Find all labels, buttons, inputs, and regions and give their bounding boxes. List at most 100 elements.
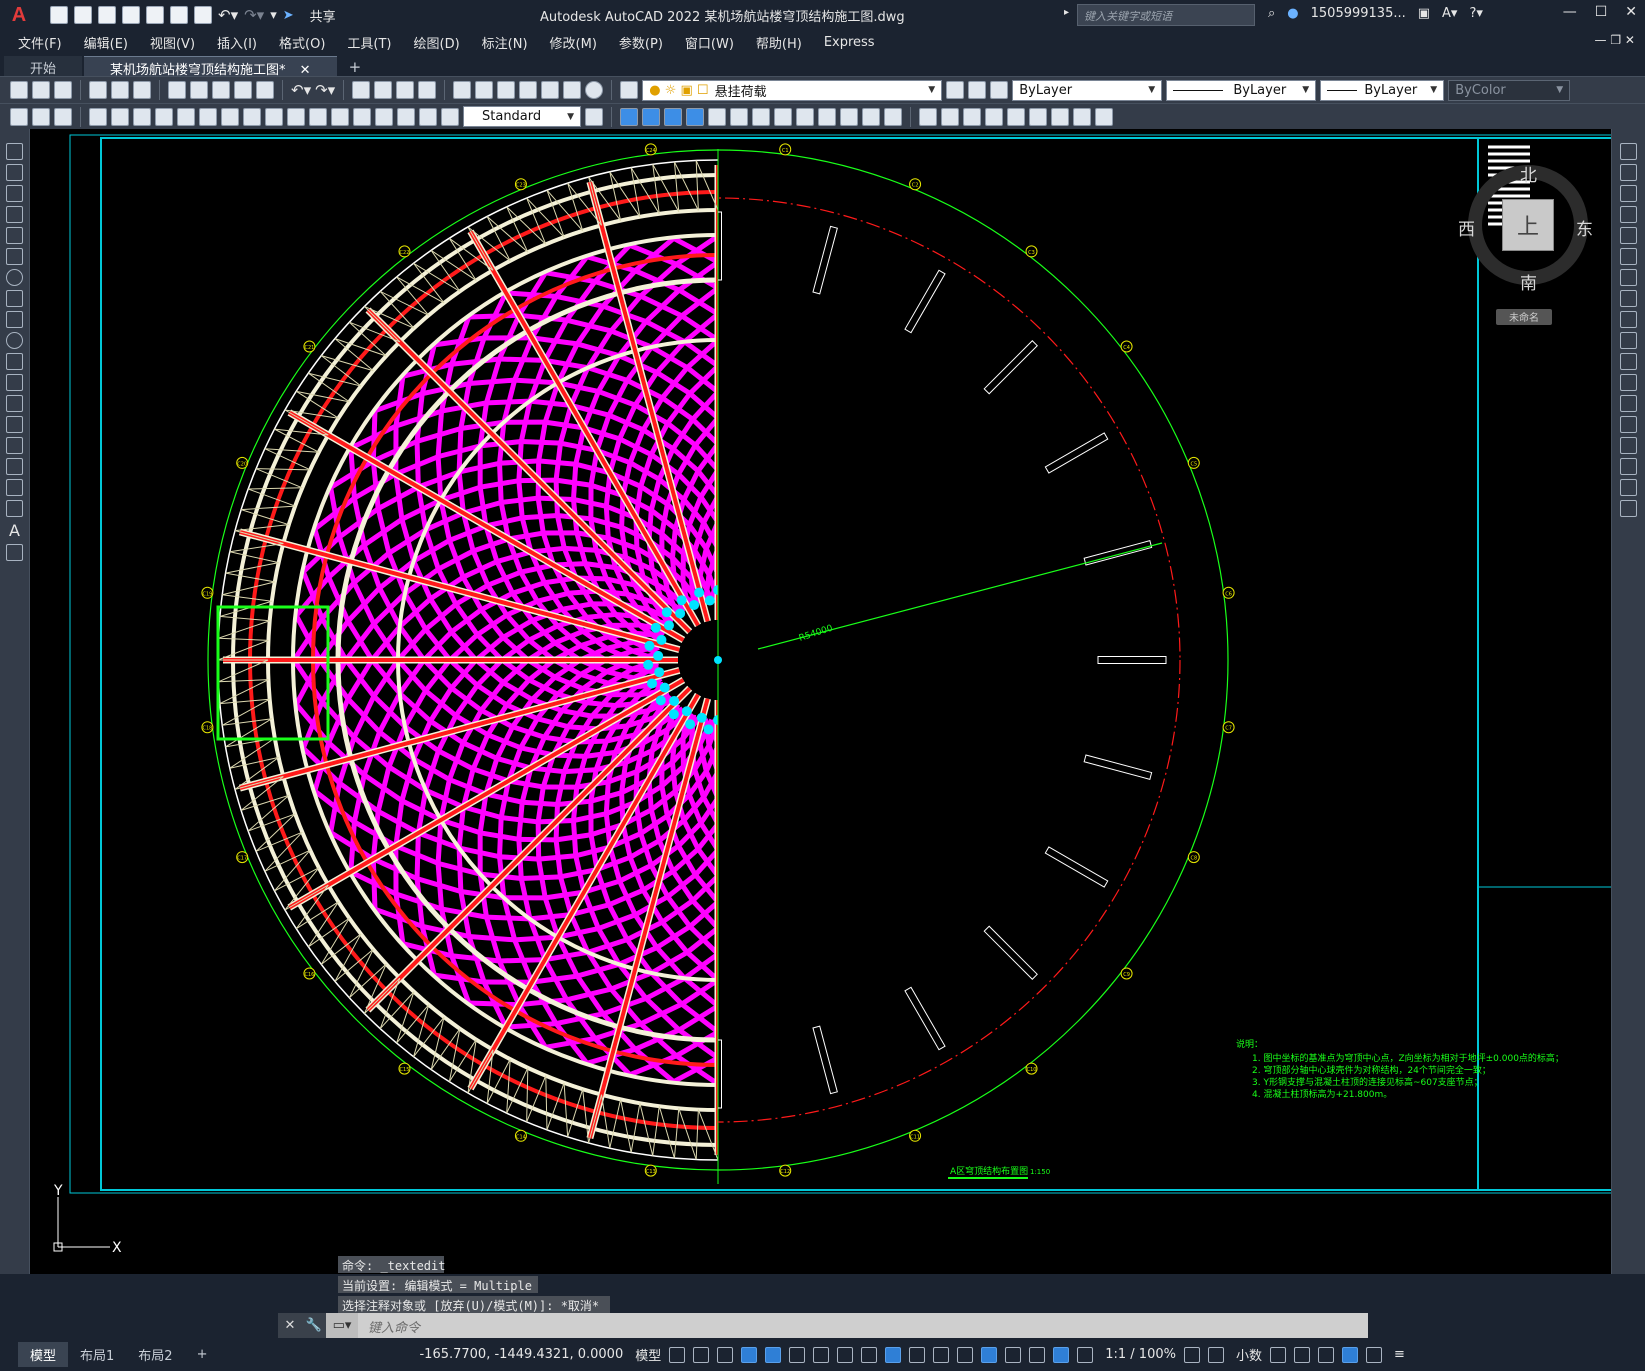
polygon-icon[interactable] (6, 206, 23, 223)
polyline-icon[interactable] (6, 185, 23, 202)
imprint-icon[interactable] (862, 107, 880, 126)
dynamic-ucs-icon[interactable] (981, 1346, 998, 1363)
customize-qat-icon[interactable]: ▾ (270, 8, 277, 23)
autocad-logo-icon[interactable]: A (6, 2, 32, 28)
search-icon[interactable]: ⌕ (1268, 6, 1275, 21)
construction-line-icon[interactable] (6, 164, 23, 181)
customize-command-line-icon[interactable]: 🔧 (302, 1313, 326, 1338)
tolerance-icon[interactable] (309, 107, 327, 126)
chamfer-icon[interactable] (1620, 437, 1637, 454)
snap-icon[interactable] (693, 1346, 710, 1363)
subtract-icon[interactable] (664, 107, 682, 126)
block-editor-icon[interactable] (256, 81, 274, 99)
clean-screen-icon[interactable] (1365, 1346, 1382, 1363)
move-icon[interactable] (1620, 248, 1637, 265)
presspull-icon[interactable] (796, 107, 814, 126)
isolate-objects-icon[interactable] (1317, 1346, 1334, 1363)
share-button[interactable]: 共享 (310, 6, 336, 25)
break-at-point-icon[interactable] (1620, 374, 1637, 391)
markup-icon[interactable] (541, 81, 560, 99)
stretch-icon[interactable] (1620, 311, 1637, 328)
grid-icon[interactable] (669, 1346, 686, 1363)
revolve-icon[interactable] (730, 107, 748, 126)
lights-icon[interactable] (985, 107, 1003, 126)
dim-quick-icon[interactable] (199, 107, 217, 126)
plot-icon[interactable] (194, 6, 212, 24)
selection-filter-icon[interactable] (1005, 1346, 1022, 1363)
command-input[interactable]: 键入命令 (358, 1313, 1368, 1338)
break-icon[interactable] (1620, 395, 1637, 412)
customization-menu-icon[interactable]: ≡ (1394, 1347, 1405, 1362)
model-space-toggle[interactable]: 模型 (635, 1345, 661, 1364)
ortho-icon[interactable] (765, 1346, 782, 1363)
trim-icon[interactable] (1620, 332, 1637, 349)
search-expand-icon[interactable]: ▸ (1064, 7, 1069, 18)
add-layout-button[interactable]: + (185, 1344, 220, 1365)
insert-block-icon[interactable] (6, 374, 23, 391)
tab-start[interactable]: 开始 (4, 56, 83, 77)
ucs-menu[interactable]: 未命名 (1496, 309, 1552, 325)
redo-icon[interactable]: ↷▾ (244, 6, 264, 24)
viewcube-east[interactable]: 东 (1576, 215, 1593, 240)
dim-style-icon[interactable] (585, 107, 603, 126)
layer-state-icon[interactable] (990, 81, 1009, 99)
walk-icon[interactable] (1029, 107, 1047, 126)
redo-icon[interactable]: ↷▾ (315, 81, 335, 99)
center-mark-icon[interactable] (331, 107, 349, 126)
shell-icon[interactable] (884, 107, 902, 126)
infer-constraints-icon[interactable] (717, 1346, 734, 1363)
blend-curves-icon[interactable] (1620, 479, 1637, 496)
user-icon[interactable]: ● (1287, 6, 1298, 21)
circle-icon[interactable] (6, 269, 23, 286)
share-icon[interactable]: ➤ (283, 8, 294, 23)
dimstyle-combo[interactable]: Standard ▼ (463, 106, 581, 127)
open-web-icon[interactable] (146, 6, 164, 24)
dim-angular-icon[interactable] (177, 107, 195, 126)
annotation-monitor-icon[interactable] (1207, 1346, 1224, 1363)
render-icon[interactable] (941, 107, 959, 126)
lock-ui-icon[interactable] (1293, 1346, 1310, 1363)
copy-icon[interactable] (190, 81, 208, 99)
menu-dimension[interactable]: 标注(N) (482, 33, 528, 52)
object-snap-tracking-icon[interactable] (837, 1346, 854, 1363)
plot-icon[interactable] (89, 81, 107, 99)
mirror-icon[interactable] (1620, 185, 1637, 202)
dim-linear-icon[interactable] (10, 107, 28, 126)
graphics-performance-icon[interactable] (1341, 1346, 1358, 1363)
isodraft-icon[interactable] (813, 1346, 830, 1363)
sheet-set-icon[interactable] (519, 81, 538, 99)
menu-help[interactable]: 帮助(H) (756, 33, 802, 52)
dim-edit-icon[interactable] (397, 107, 415, 126)
fly-icon[interactable] (1051, 107, 1069, 126)
search-input[interactable]: 键入关键字或短语 (1077, 4, 1255, 26)
intersect-icon[interactable] (686, 107, 704, 126)
tab-drawing[interactable]: 某机场航站楼穹顶结构施工图* ✕ (84, 56, 337, 78)
new-file-icon[interactable] (50, 6, 68, 24)
menu-express[interactable]: Express (824, 35, 875, 50)
save-web-icon[interactable] (170, 6, 188, 24)
dim-ordinate-icon[interactable] (89, 107, 107, 126)
maximize-button[interactable]: ☐ (1595, 4, 1608, 20)
open-file-icon[interactable] (74, 6, 92, 24)
transparency-icon[interactable] (909, 1346, 926, 1363)
doc-window-controls[interactable]: — ❐ ✕ (1595, 33, 1635, 47)
lineweight-icon[interactable] (885, 1346, 902, 1363)
menu-modify[interactable]: 修改(M) (550, 33, 597, 52)
match-properties-icon[interactable] (234, 81, 252, 99)
offset-icon[interactable] (1620, 206, 1637, 223)
erase-icon[interactable] (1620, 143, 1637, 160)
linetype-combo[interactable]: ByLayer ▼ (1166, 79, 1317, 101)
point-icon[interactable] (6, 416, 23, 433)
inspection-icon[interactable] (353, 107, 371, 126)
arc-icon[interactable] (6, 248, 23, 265)
save-icon[interactable] (98, 6, 116, 24)
dim-diameter-icon[interactable] (155, 107, 173, 126)
visual-style-icon[interactable] (919, 107, 937, 126)
quick-properties-icon[interactable] (1269, 1346, 1286, 1363)
gradient-icon[interactable] (6, 458, 23, 475)
plotstyle-combo[interactable]: ByColor ▼ (1448, 79, 1571, 101)
dim-radius-icon[interactable] (111, 107, 129, 126)
pan-icon[interactable] (352, 81, 371, 99)
hatch-icon[interactable] (6, 437, 23, 454)
make-block-icon[interactable] (6, 395, 23, 412)
